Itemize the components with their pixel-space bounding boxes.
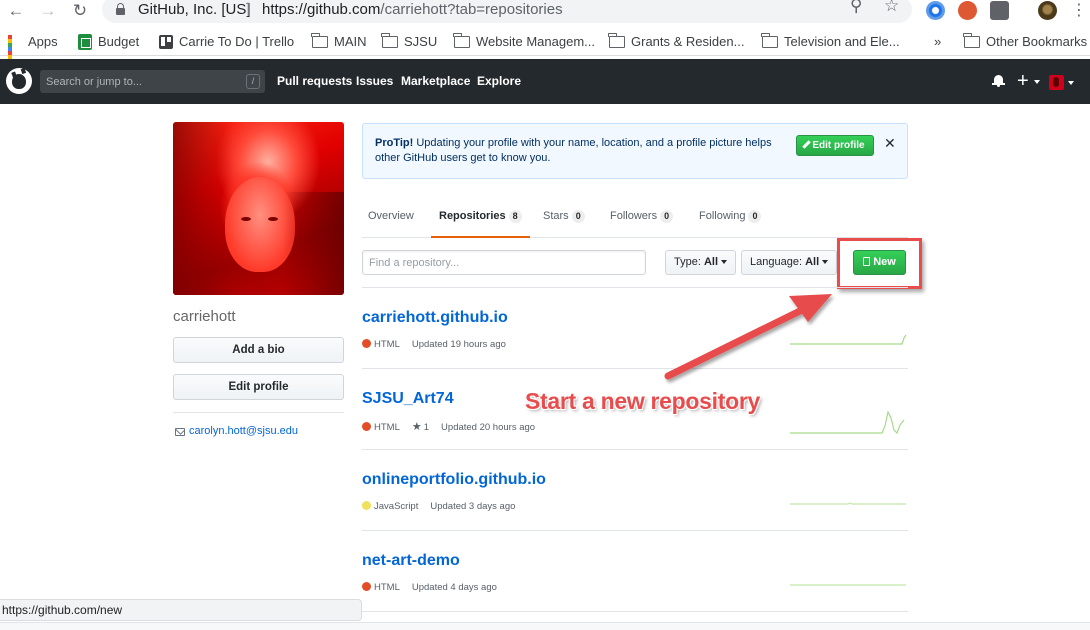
- annotation-callout-text: Start a new repository: [525, 388, 760, 414]
- page-bottom-strip: [0, 622, 1090, 630]
- annotation-arrow: [664, 294, 832, 380]
- link-status-bar: https://github.com/new: [0, 599, 362, 621]
